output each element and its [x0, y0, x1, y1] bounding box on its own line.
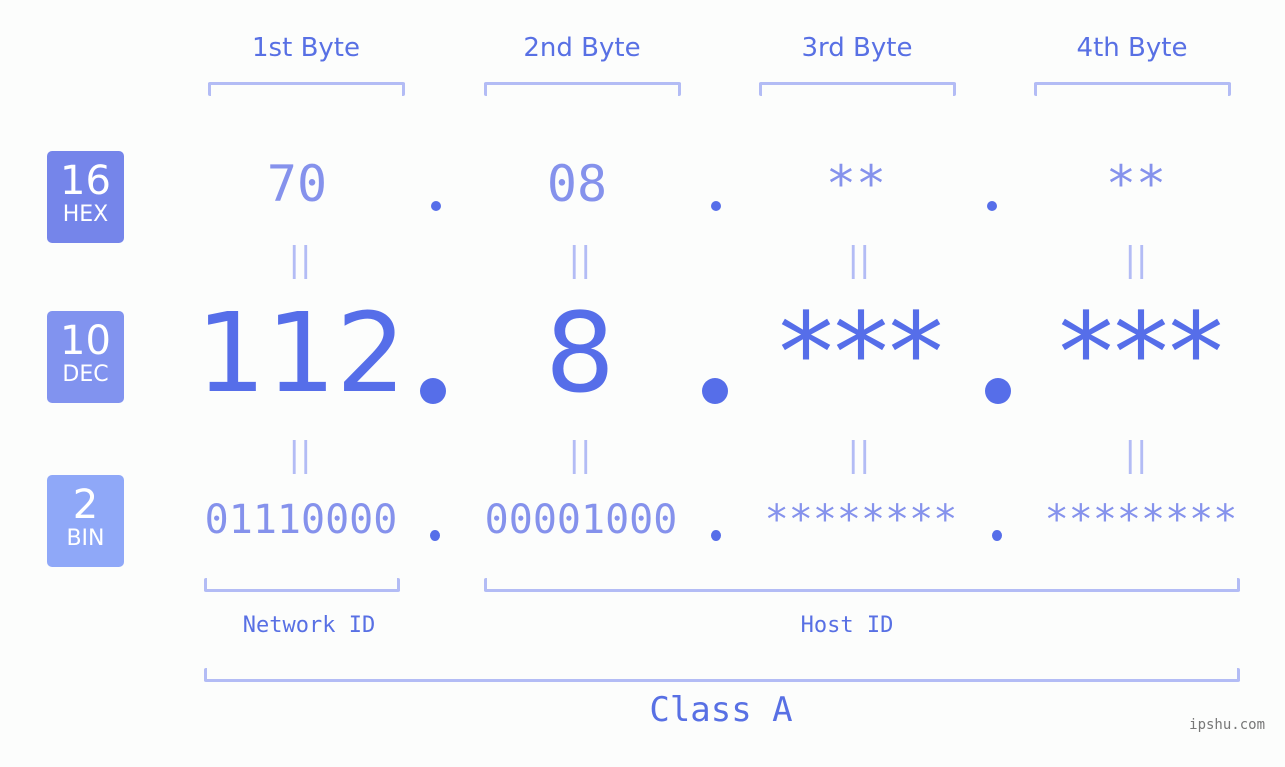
dec-badge: 10 DEC — [47, 311, 124, 403]
bin-byte-3: ******** — [764, 497, 958, 543]
hex-byte-3: ** — [825, 155, 887, 213]
equals-icon: || — [568, 435, 592, 475]
equals-icon: || — [1124, 240, 1148, 280]
hex-dot-3 — [987, 201, 997, 211]
bin-label: BIN — [66, 526, 105, 551]
class-label: Class A — [649, 690, 793, 730]
hex-label: HEX — [62, 202, 109, 227]
dec-dot-1 — [420, 378, 446, 404]
bin-byte-1: 01110000 — [204, 497, 398, 543]
dec-byte-3: *** — [778, 289, 944, 417]
equals-icon: || — [1124, 435, 1148, 475]
hex-byte-1: 70 — [266, 155, 328, 213]
bin-dot-3 — [992, 530, 1002, 541]
equals-icon: || — [847, 240, 871, 280]
hex-base: 16 — [60, 158, 111, 204]
byte-bracket-4 — [1034, 82, 1231, 96]
watermark: ipshu.com — [1189, 717, 1265, 733]
byte-bracket-3 — [759, 82, 956, 96]
hex-dot-2 — [711, 201, 721, 211]
bin-byte-2: 00001000 — [484, 497, 678, 543]
dec-byte-2: 8 — [545, 289, 615, 417]
byte-header-4: 4th Byte — [1076, 33, 1188, 63]
hex-byte-4: ** — [1105, 155, 1167, 213]
bin-dot-2 — [711, 530, 721, 541]
network-id-bracket — [204, 578, 400, 592]
dec-byte-4: *** — [1058, 289, 1224, 417]
byte-header-3: 3rd Byte — [801, 33, 913, 63]
equals-icon: || — [288, 240, 312, 280]
bin-base: 2 — [72, 482, 99, 528]
hex-badge: 16 HEX — [47, 151, 124, 243]
equals-icon: || — [568, 240, 592, 280]
dec-base: 10 — [60, 318, 111, 364]
bin-badge: 2 BIN — [47, 475, 124, 567]
byte-header-2: 2nd Byte — [523, 33, 641, 63]
byte-bracket-1 — [208, 82, 405, 96]
class-bracket — [204, 668, 1240, 682]
equals-icon: || — [288, 435, 312, 475]
byte-bracket-2 — [484, 82, 681, 96]
byte-header-1: 1st Byte — [252, 33, 360, 63]
hex-dot-1 — [431, 201, 441, 211]
bin-byte-4: ******** — [1044, 497, 1238, 543]
dec-dot-2 — [702, 378, 728, 404]
equals-icon: || — [847, 435, 871, 475]
hex-byte-2: 08 — [546, 155, 608, 213]
network-id-label: Network ID — [242, 613, 376, 638]
dec-label: DEC — [62, 362, 109, 387]
dec-dot-3 — [985, 378, 1011, 404]
bin-dot-1 — [430, 530, 440, 541]
dec-byte-1: 112 — [196, 289, 406, 417]
host-id-bracket — [484, 578, 1240, 592]
host-id-label: Host ID — [800, 613, 894, 638]
